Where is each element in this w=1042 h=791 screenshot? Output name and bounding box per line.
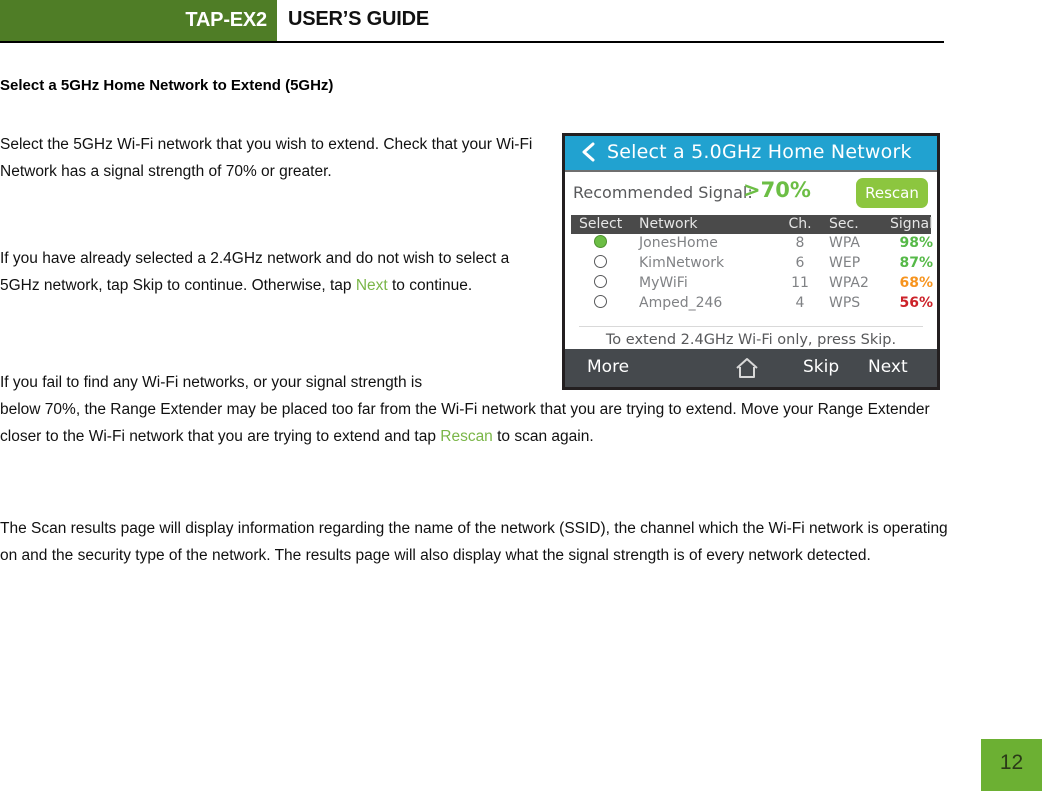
- column-header-security: Sec.: [829, 216, 859, 232]
- paragraph-3-first-line: If you fail to find any Wi-Fi networks, …: [0, 374, 423, 391]
- network-radio[interactable]: [594, 255, 607, 268]
- cell-network: MyWiFi: [639, 275, 688, 291]
- hint-divider: [579, 326, 923, 327]
- page-number-badge: 12: [981, 739, 1042, 791]
- next-button[interactable]: Next: [868, 357, 908, 377]
- network-table: Select Network Ch. Sec. Signal JonesHome…: [571, 215, 933, 314]
- paragraph-1: Select the 5GHz Wi-Fi network that you w…: [0, 136, 533, 180]
- paragraph-4: The Scan results page will display infor…: [0, 520, 948, 564]
- table-row[interactable]: MyWiFi 11 WPA2 68%: [571, 274, 933, 294]
- recommended-signal-label: Recommended Signal:: [573, 183, 753, 202]
- table-row[interactable]: Amped_246 4 WPS 56%: [571, 294, 933, 314]
- cell-network: KimNetwork: [639, 255, 725, 271]
- header-title: USER’S GUIDE: [288, 8, 429, 30]
- recommended-signal-value: >70%: [743, 178, 811, 202]
- header-brand-label: TAP-EX2: [185, 9, 267, 31]
- skip-hint-text: To extend 2.4GHz Wi-Fi only, press Skip.: [605, 332, 897, 348]
- device-title: Select a 5.0GHz Home Network: [607, 141, 912, 163]
- network-radio[interactable]: [594, 275, 607, 288]
- table-row[interactable]: JonesHome 8 WPA 98%: [571, 234, 933, 254]
- paragraph-3-text-after: to scan again.: [492, 428, 594, 445]
- rescan-link[interactable]: Rescan: [440, 428, 493, 445]
- section-heading: Select a 5GHz Home Network to Extend (5G…: [0, 77, 334, 94]
- cell-channel: 11: [791, 275, 809, 291]
- rescan-button[interactable]: Rescan: [856, 178, 928, 208]
- column-header-signal: Signal: [889, 216, 933, 232]
- skip-button[interactable]: Skip: [803, 357, 839, 377]
- device-title-bar: Select a 5.0GHz Home Network: [565, 136, 937, 172]
- cell-signal: 68%: [899, 275, 933, 291]
- recommended-signal-bar: Recommended Signal: >70% Rescan: [565, 172, 937, 215]
- cell-network: JonesHome: [639, 235, 718, 251]
- cell-signal: 87%: [899, 255, 933, 271]
- cell-security: WPA2: [829, 275, 869, 291]
- chevron-left-icon[interactable]: [581, 142, 597, 162]
- cell-channel: 8: [795, 235, 805, 251]
- device-screenshot: Select a 5.0GHz Home Network Recommended…: [562, 133, 940, 390]
- table-row[interactable]: KimNetwork 6 WEP 87%: [571, 254, 933, 274]
- paragraph-2-text-after: to continue.: [387, 277, 473, 294]
- header-brand-bar: TAP-EX2: [0, 0, 277, 41]
- cell-security: WEP: [829, 255, 861, 271]
- next-link[interactable]: Next: [356, 277, 388, 294]
- cell-channel: 4: [795, 295, 805, 311]
- network-radio[interactable]: [594, 235, 607, 248]
- cell-signal: 98%: [899, 235, 933, 251]
- cell-security: WPS: [829, 295, 861, 311]
- network-radio[interactable]: [594, 295, 607, 308]
- cell-security: WPA: [829, 235, 860, 251]
- page-header: TAP-EX2 USER’S GUIDE: [0, 0, 1042, 45]
- page-number: 12: [999, 751, 1024, 774]
- column-header-select: Select: [579, 216, 623, 232]
- home-icon[interactable]: [735, 357, 759, 379]
- cell-network: Amped_246: [639, 295, 723, 311]
- header-divider: [0, 41, 944, 43]
- column-header-channel: Ch.: [788, 216, 812, 232]
- cell-channel: 6: [795, 255, 805, 271]
- column-header-network: Network: [639, 216, 698, 232]
- cell-signal: 56%: [899, 295, 933, 311]
- network-table-header: Select Network Ch. Sec. Signal: [571, 215, 933, 234]
- device-footer-bar: More Skip Next: [565, 349, 937, 387]
- more-button[interactable]: More: [587, 357, 629, 377]
- paragraph-2: If you have already selected a 2.4GHz ne…: [0, 245, 540, 299]
